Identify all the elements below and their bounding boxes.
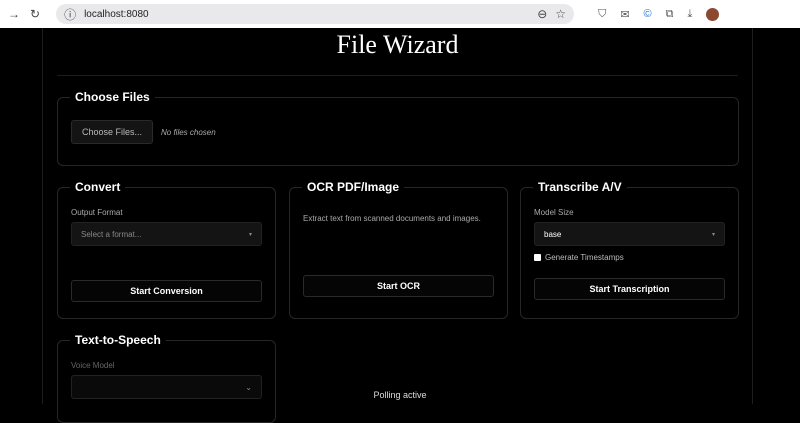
section-legend: Choose Files xyxy=(75,90,150,104)
select-placeholder: Select a format... xyxy=(81,229,142,239)
convert-section: Convert Output Format Select a format...… xyxy=(57,180,276,319)
voice-model-label: Voice Model xyxy=(71,361,115,370)
section-legend: Text-to-Speech xyxy=(75,333,161,347)
download-icon[interactable]: ⤓ xyxy=(688,8,693,21)
start-conversion-button[interactable]: Start Conversion xyxy=(71,280,262,302)
start-ocr-button[interactable]: Start OCR xyxy=(303,275,494,297)
ocr-section: OCR PDF/Image Extract text from scanned … xyxy=(289,180,508,319)
info-icon[interactable]: ⓘ xyxy=(64,6,76,23)
address-bar[interactable]: ⓘ localhost:8080 ⊖ ☆ xyxy=(56,4,575,24)
select-value: base xyxy=(544,229,562,239)
chevron-down-icon: ▾ xyxy=(711,231,715,238)
section-legend: OCR PDF/Image xyxy=(307,180,400,194)
checkbox-label: Generate Timestamps xyxy=(545,253,624,262)
main-container: File Wizard Choose Files Choose Files...… xyxy=(42,28,753,423)
c-extension-icon[interactable]: © xyxy=(644,8,652,20)
zoom-icon[interactable]: ⊖ xyxy=(537,7,547,21)
section-legend: Transcribe A/V xyxy=(538,180,622,194)
browser-toolbar: → ↻ ⓘ localhost:8080 ⊖ ☆ ⛉ ✉ © ⧉ ⤓ xyxy=(0,0,800,28)
shield-extension-icon[interactable]: ⛉ xyxy=(598,8,606,21)
start-transcription-button[interactable]: Start Transcription xyxy=(534,278,725,300)
timestamps-checkbox[interactable] xyxy=(534,254,541,261)
tts-section: Text-to-Speech Voice Model ⌄ xyxy=(57,333,276,423)
forward-icon[interactable]: → xyxy=(8,7,20,21)
model-size-select[interactable]: base ▾ xyxy=(534,222,725,246)
model-size-label: Model Size xyxy=(534,208,574,217)
divider xyxy=(57,75,738,76)
mail-extension-icon[interactable]: ✉ xyxy=(620,8,629,21)
bookmark-star-icon[interactable]: ☆ xyxy=(555,7,566,21)
reload-icon[interactable]: ↻ xyxy=(30,7,40,21)
transcribe-section: Transcribe A/V Model Size base ▾ Generate… xyxy=(520,180,739,319)
extensions-puzzle-icon[interactable]: ⧉ xyxy=(666,8,674,21)
timestamps-option: Generate Timestamps xyxy=(534,253,725,262)
output-format-select[interactable]: Select a format... ▾ xyxy=(71,222,262,246)
choose-files-section: Choose Files Choose Files... No files ch… xyxy=(57,90,739,166)
choose-files-button[interactable]: Choose Files... xyxy=(71,120,153,144)
output-format-label: Output Format xyxy=(71,208,123,217)
chevron-down-icon: ▾ xyxy=(248,231,252,238)
ocr-description: Extract text from scanned documents and … xyxy=(303,214,481,223)
url-text: localhost:8080 xyxy=(84,8,149,20)
section-legend: Convert xyxy=(75,180,121,194)
file-status: No files chosen xyxy=(161,127,216,137)
polling-status: Polling active xyxy=(373,390,427,400)
profile-avatar[interactable] xyxy=(706,7,720,21)
page-title: File Wizard xyxy=(336,30,459,59)
